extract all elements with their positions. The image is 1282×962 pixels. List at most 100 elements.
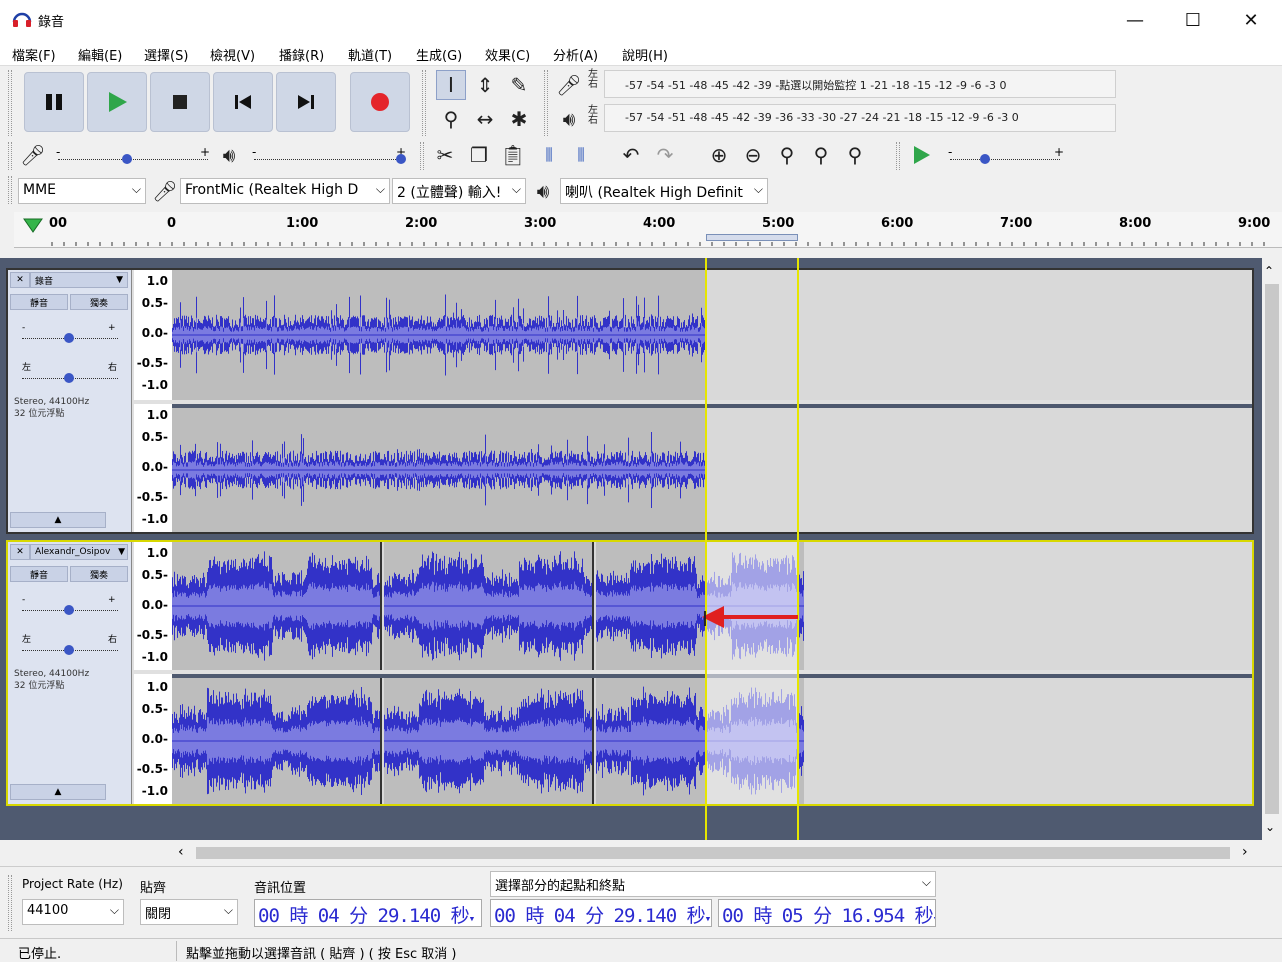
audio-clip[interactable]: [172, 542, 382, 670]
audio-clip[interactable]: [384, 678, 594, 804]
paste-icon[interactable]: 📋︎: [498, 140, 528, 170]
toolbar-grip[interactable]: [420, 142, 424, 170]
audio-clip[interactable]: [384, 542, 594, 670]
selection-mode-select[interactable]: 選擇部分的起點和終點 ⌵: [490, 871, 936, 897]
speaker-icon[interactable]: 🔊︎: [554, 104, 584, 134]
skip-start-button[interactable]: [213, 72, 273, 132]
audio-host-select[interactable]: MME ⌵: [18, 178, 146, 204]
input-device-select[interactable]: FrontMic (Realtek High D ⌵: [180, 178, 390, 204]
close-icon[interactable]: ✕: [10, 544, 30, 560]
tracks-area[interactable]: ✕ 錄音 ▼ 靜音 獨奏 - + 左 右 Stereo, 44100Hz 32 位元…: [0, 258, 1262, 840]
play-volume-slider[interactable]: [254, 159, 402, 160]
trim-icon[interactable]: ⫼: [534, 140, 564, 170]
fit-project-icon[interactable]: ⚲: [806, 140, 836, 170]
menu-view[interactable]: 檢視(V): [210, 45, 255, 64]
copy-icon[interactable]: ❐: [464, 140, 494, 170]
collapse-track-button[interactable]: ▲: [10, 512, 106, 528]
maximize-button[interactable]: ☐: [1164, 0, 1222, 40]
zoom-out-icon[interactable]: ⊖: [738, 140, 768, 170]
stop-button[interactable]: [150, 72, 210, 132]
selection-range-marker[interactable]: [706, 234, 798, 241]
close-icon[interactable]: ✕: [10, 272, 30, 288]
scroll-left-icon[interactable]: ‹: [178, 844, 184, 860]
menu-select[interactable]: 選擇(S): [144, 45, 188, 64]
mic-volume-thumb[interactable]: [122, 154, 132, 164]
record-meter[interactable]: -57 -54 -51 -48 -45 -42 -39 -點選以開始監控 1 -…: [604, 70, 1116, 98]
play-meter[interactable]: -57 -54 -51 -48 -45 -42 -39 -36 -33 -30 …: [604, 104, 1116, 132]
scroll-right-icon[interactable]: ›: [1242, 844, 1248, 860]
menu-help[interactable]: 說明(H): [622, 45, 668, 64]
vertical-scrollbar[interactable]: ⌃ ⌄: [1262, 262, 1282, 842]
gain-thumb[interactable]: [64, 605, 74, 615]
audio-clip[interactable]: [172, 678, 382, 804]
envelope-tool-icon[interactable]: ⇕: [470, 70, 500, 100]
timeline-ruler[interactable]: 00 0 1:00 2:00 3:00 4:00 5:00 6:00 7:00 8:00 9:00: [14, 212, 1282, 248]
toolbar-grip[interactable]: [8, 875, 12, 931]
audio-clip[interactable]: [596, 678, 804, 804]
menu-file[interactable]: 檔案(F): [12, 45, 56, 64]
multi-tool-icon[interactable]: ✱: [504, 104, 534, 134]
menu-generate[interactable]: 生成(G): [416, 45, 462, 64]
project-rate-select[interactable]: 44100 ⌵: [22, 899, 124, 925]
redo-icon[interactable]: ↷: [650, 140, 680, 170]
audio-track-1[interactable]: ✕ 錄音 ▼ 靜音 獨奏 - + 左 右 Stereo, 44100Hz 32 位元…: [6, 268, 1254, 534]
mic-volume-slider[interactable]: [58, 159, 208, 160]
selection-start-field[interactable]: 00 時 04 分 29.140 秒▾: [490, 899, 712, 927]
undo-icon[interactable]: ↶: [616, 140, 646, 170]
play-speed-thumb[interactable]: [980, 154, 990, 164]
audio-position-field[interactable]: 00 時 04 分 29.140 秒▾: [254, 899, 482, 927]
channel-lane[interactable]: [172, 270, 1252, 400]
menu-effect[interactable]: 效果(C): [485, 45, 530, 64]
channel-lane[interactable]: [172, 674, 1252, 804]
track-name-menu[interactable]: Alexandr_Osipov ▼: [30, 544, 128, 560]
record-button[interactable]: [350, 72, 410, 132]
cut-icon[interactable]: ✂: [430, 140, 460, 170]
input-channels-select[interactable]: 2 (立體聲) 輸入! ⌵: [392, 178, 526, 204]
menu-edit[interactable]: 編輯(E): [78, 45, 122, 64]
collapse-track-button[interactable]: ▲: [10, 784, 106, 800]
fit-selection-icon[interactable]: ⚲: [772, 140, 802, 170]
audio-clip[interactable]: [172, 408, 706, 532]
pan-thumb[interactable]: [64, 373, 74, 383]
scroll-down-icon[interactable]: ⌄: [1265, 820, 1275, 834]
channel-lane[interactable]: [172, 404, 1252, 532]
play-button[interactable]: [87, 72, 147, 132]
selection-tool-icon[interactable]: I: [436, 70, 466, 100]
zoom-tool-icon[interactable]: ⚲: [436, 104, 466, 134]
selection-end-field[interactable]: 00 時 05 分 16.954 秒▾: [718, 899, 936, 927]
toolbar-grip[interactable]: [8, 176, 12, 204]
scroll-up-icon[interactable]: ⌃: [1264, 264, 1274, 278]
menu-transport[interactable]: 播錄(R): [279, 45, 324, 64]
play-at-speed-button[interactable]: [906, 140, 936, 170]
mute-button[interactable]: 靜音: [10, 566, 68, 582]
horizontal-scrollbar[interactable]: ‹ ›: [170, 844, 1260, 862]
timeshift-tool-icon[interactable]: ↔: [470, 104, 500, 134]
play-speed-slider[interactable]: [950, 159, 1060, 160]
gain-thumb[interactable]: [64, 333, 74, 343]
mute-button[interactable]: 靜音: [10, 294, 68, 310]
toolbar-grip[interactable]: [8, 142, 12, 170]
close-button[interactable]: ✕: [1222, 0, 1280, 40]
output-device-select[interactable]: 喇叭 (Realtek High Definit ⌵: [560, 178, 768, 204]
toolbar-grip[interactable]: [544, 70, 548, 136]
draw-tool-icon[interactable]: ✎: [504, 70, 534, 100]
scroll-thumb[interactable]: [1265, 284, 1279, 814]
scroll-thumb[interactable]: [196, 847, 1230, 859]
toolbar-grip[interactable]: [8, 70, 12, 136]
track-name-menu[interactable]: 錄音 ▼: [30, 272, 128, 288]
play-volume-thumb[interactable]: [396, 154, 406, 164]
audio-track-2[interactable]: ✕ Alexandr_Osipov ▼ 靜音 獨奏 - + 左 右 Stereo,…: [6, 540, 1254, 806]
skip-end-button[interactable]: [276, 72, 336, 132]
silence-icon[interactable]: ⫼: [566, 140, 596, 170]
audio-clip[interactable]: [172, 270, 706, 400]
solo-button[interactable]: 獨奏: [70, 294, 128, 310]
zoom-toggle-icon[interactable]: ⚲: [840, 140, 870, 170]
menu-tracks[interactable]: 軌道(T): [348, 45, 392, 64]
minimize-button[interactable]: —: [1106, 0, 1164, 40]
toolbar-grip[interactable]: [896, 142, 900, 170]
menu-analyze[interactable]: 分析(A): [553, 45, 598, 64]
microphone-icon[interactable]: 🎤︎: [554, 70, 584, 100]
pause-button[interactable]: [24, 72, 84, 132]
snap-select[interactable]: 關閉 ⌵: [140, 899, 238, 925]
zoom-in-icon[interactable]: ⊕: [704, 140, 734, 170]
